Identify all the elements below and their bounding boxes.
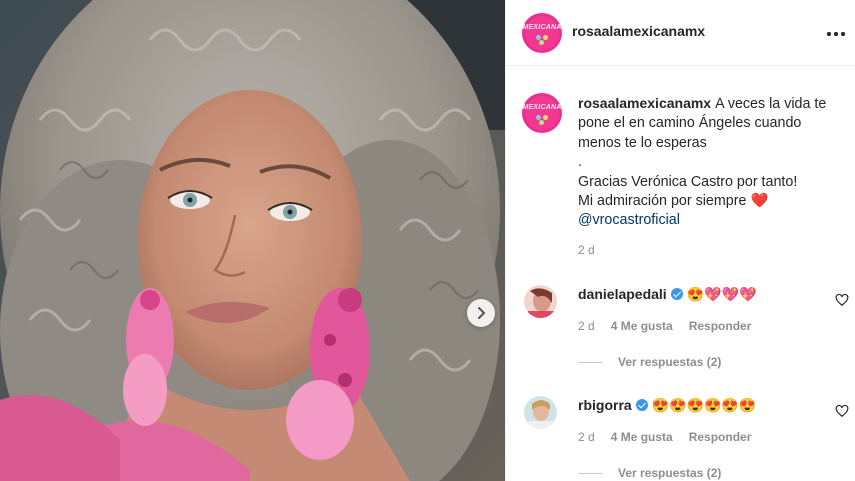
comment-time[interactable]: 2 d (578, 319, 595, 333)
comment-row: rbigorra 😍😍😍😍😍😍 (578, 397, 756, 414)
view-replies-button[interactable]: Ver respuestas (2) (578, 466, 721, 480)
mention-link[interactable]: @vrocastroficial (578, 212, 680, 228)
reply-button[interactable]: Responder (689, 319, 752, 333)
more-options-icon[interactable] (826, 24, 846, 44)
comment-likes[interactable]: 4 Me gusta (611, 430, 673, 444)
verified-badge-icon (670, 288, 683, 300)
comment-username[interactable]: danielapedali (578, 286, 667, 302)
caption-line-4: Mi admiración por siempre (578, 193, 747, 210)
comment-time[interactable]: 2 d (578, 430, 595, 444)
account-avatar[interactable]: MEXICANA (522, 13, 562, 53)
avatar-logo-text: MEXICANA (522, 24, 562, 31)
comment-text: 😍💖💖💖 (686, 286, 757, 302)
view-replies-button[interactable]: Ver respuestas (2) (578, 355, 721, 369)
caption-line-3: Gracias Verónica Castro por tanto! (578, 173, 798, 190)
post-details-panel: MEXICANA rosaalamexicanamx MEXICANA rosa… (505, 0, 855, 481)
portrait-image (0, 0, 505, 481)
verified-badge-icon (635, 399, 648, 411)
caption-timestamp[interactable]: 2 d (578, 243, 595, 257)
comment-likes[interactable]: 4 Me gusta (611, 319, 673, 333)
post-header: MEXICANA rosaalamexicanamx (506, 0, 855, 66)
reply-button[interactable]: Responder (689, 430, 752, 444)
comment-meta: 2 d 4 Me gusta Responder (578, 430, 767, 444)
comment-avatar[interactable] (524, 285, 557, 318)
comment-text: 😍😍😍😍😍😍 (651, 397, 757, 413)
heart-outline-icon[interactable] (835, 404, 849, 418)
header-username[interactable]: rosaalamexicanamx (572, 23, 705, 39)
caption-line-2: . (578, 154, 582, 171)
post-caption: rosaalamexicanamx A veces la vida te pone… (578, 94, 848, 231)
heart-outline-icon[interactable] (835, 293, 849, 307)
heart-emoji: ❤️ (750, 193, 769, 210)
post-photo (0, 0, 505, 481)
caption-avatar[interactable]: MEXICANA (522, 93, 562, 133)
comment-avatar[interactable] (524, 396, 557, 429)
comment-username[interactable]: rbigorra (578, 397, 632, 413)
chevron-right-icon (478, 307, 486, 319)
caption-username[interactable]: rosaalamexicanamx (578, 95, 711, 111)
comment-meta: 2 d 4 Me gusta Responder (578, 319, 767, 333)
next-photo-button[interactable] (467, 299, 495, 327)
comment-row: danielapedali 😍💖💖💖 (578, 286, 756, 303)
